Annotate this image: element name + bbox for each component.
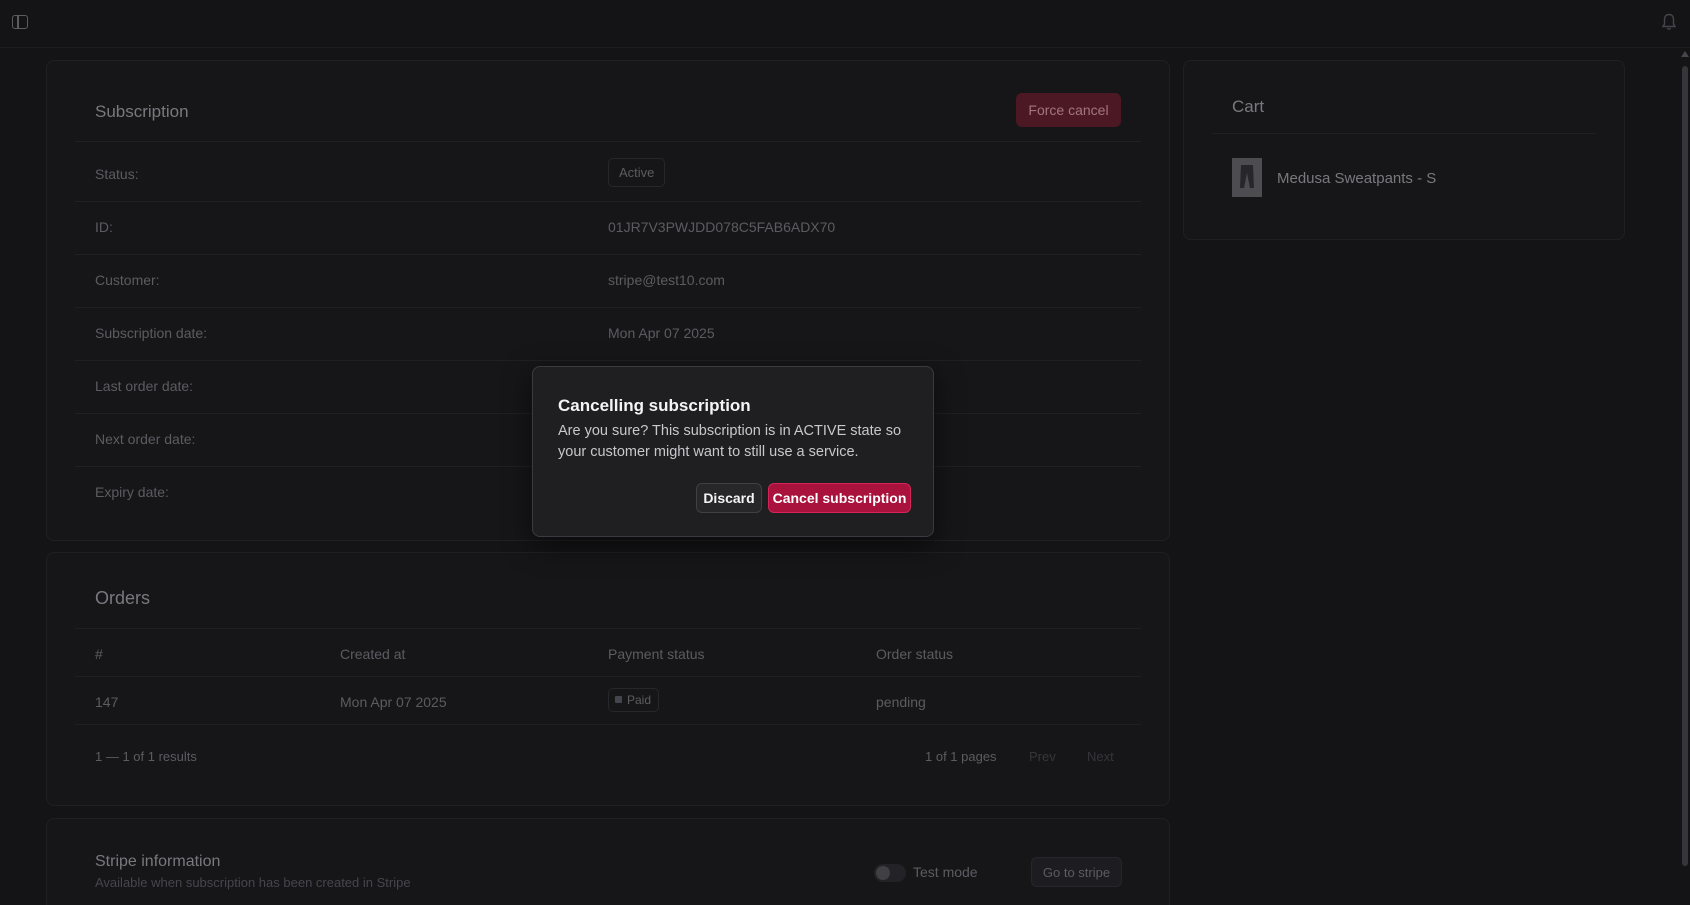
dialog-message: Are you sure? This subscription is in AC… bbox=[558, 423, 902, 460]
dialog-title: Cancelling subscription bbox=[558, 396, 751, 415]
discard-button[interactable]: Discard bbox=[696, 483, 762, 513]
cancel-subscription-dialog: Cancelling subscription Are you sure? Th… bbox=[532, 366, 934, 537]
cancel-subscription-button[interactable]: Cancel subscription bbox=[768, 483, 911, 513]
